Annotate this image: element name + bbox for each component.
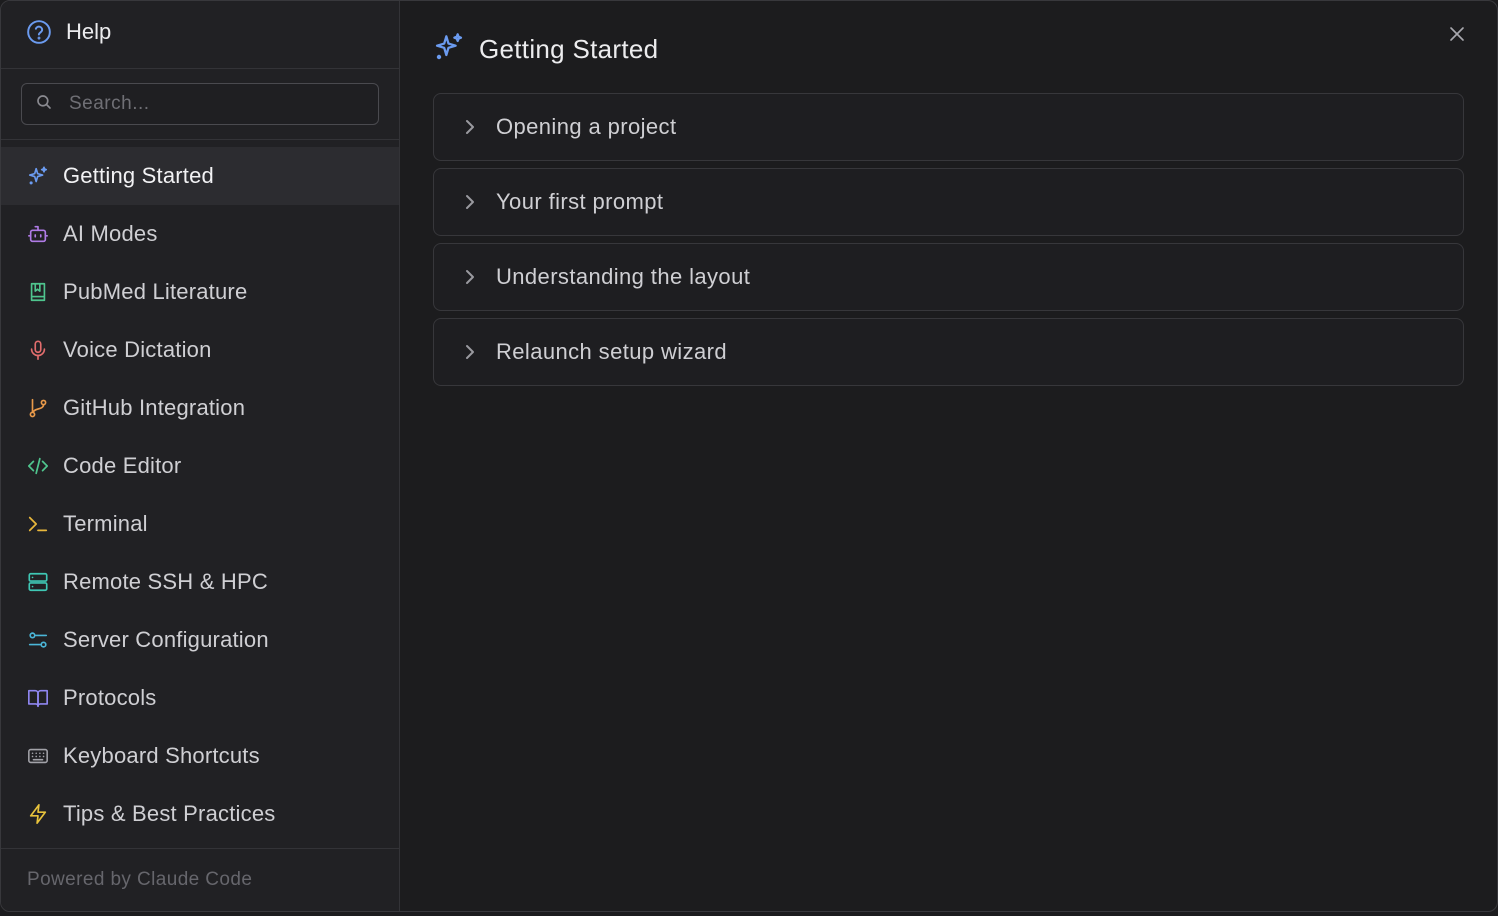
accordion-item-label: Relaunch setup wizard <box>496 339 727 364</box>
sidebar-item-label: Server Configuration <box>63 627 269 652</box>
help-content: Getting Started Opening a project Your fi… <box>400 1 1497 911</box>
server-icon <box>26 570 50 594</box>
chevron-right-icon <box>464 118 478 136</box>
sidebar-item-label: Getting Started <box>63 163 214 188</box>
sidebar-footer: Powered by Claude Code <box>1 848 399 911</box>
sidebar-item-pubmed-literature[interactable]: PubMed Literature <box>1 263 399 321</box>
accordion-item[interactable]: Opening a project <box>433 93 1464 161</box>
sparkles-icon <box>433 31 465 68</box>
accordion-item-label: Your first prompt <box>496 189 664 214</box>
sidebar-item-label: AI Modes <box>63 221 158 246</box>
sidebar-item-protocols[interactable]: Protocols <box>1 669 399 727</box>
book-open-icon <box>26 686 50 710</box>
sidebar-item-label: Remote SSH & HPC <box>63 569 268 594</box>
sidebar-item-ai-modes[interactable]: AI Modes <box>1 205 399 263</box>
help-sidebar: Help Getting Started AI Modes PubMed Liter… <box>1 1 400 911</box>
microphone-icon <box>26 338 50 362</box>
sidebar-item-label: PubMed Literature <box>63 279 248 304</box>
sidebar-item-label: Protocols <box>63 685 157 710</box>
accordion-item[interactable]: Understanding the layout <box>433 243 1464 311</box>
chevron-right-icon <box>464 268 478 286</box>
sidebar-item-terminal[interactable]: Terminal <box>1 495 399 553</box>
help-circle-icon <box>26 19 52 45</box>
sidebar-item-label: Tips & Best Practices <box>63 801 276 826</box>
chevron-right-icon <box>464 193 478 211</box>
sidebar-item-tips-and-best-practices[interactable]: Tips & Best Practices <box>1 785 399 843</box>
sidebar-item-github-integration[interactable]: GitHub Integration <box>1 379 399 437</box>
sliders-icon <box>26 628 50 652</box>
search-icon <box>35 93 53 116</box>
keyboard-icon <box>26 744 50 768</box>
search-input[interactable] <box>67 92 351 116</box>
sidebar-item-voice-dictation[interactable]: Voice Dictation <box>1 321 399 379</box>
sparkles-icon <box>26 164 50 188</box>
sidebar-item-label: GitHub Integration <box>63 395 246 420</box>
lightning-icon <box>26 802 50 826</box>
help-nav: Getting Started AI Modes PubMed Literature… <box>1 140 399 843</box>
sidebar-item-getting-started[interactable]: Getting Started <box>1 147 399 205</box>
book-bookmark-icon <box>26 280 50 304</box>
help-title: Help <box>66 18 112 44</box>
sidebar-item-code-editor[interactable]: Code Editor <box>1 437 399 495</box>
help-dialog: Help Getting Started AI Modes PubMed Liter… <box>0 0 1498 912</box>
page-title: Getting Started <box>479 34 659 64</box>
accordion-item-label: Opening a project <box>496 114 677 139</box>
help-header: Help <box>1 1 399 69</box>
content-header: Getting Started <box>433 31 658 68</box>
sidebar-item-label: Voice Dictation <box>63 337 212 362</box>
code-icon <box>26 454 50 478</box>
terminal-icon <box>26 512 50 536</box>
search-container <box>1 69 399 140</box>
accordion-item-label: Understanding the layout <box>496 264 751 289</box>
sidebar-item-label: Keyboard Shortcuts <box>63 743 260 768</box>
git-branch-icon <box>26 396 50 420</box>
close-button[interactable] <box>1445 24 1469 48</box>
accordion-list: Opening a project Your first prompt Unders… <box>433 93 1464 393</box>
sidebar-item-remote-ssh-and-hpc[interactable]: Remote SSH & HPC <box>1 553 399 611</box>
sidebar-item-server-configuration[interactable]: Server Configuration <box>1 611 399 669</box>
accordion-item[interactable]: Your first prompt <box>433 168 1464 236</box>
close-icon <box>1448 25 1466 48</box>
sidebar-item-label: Code Editor <box>63 453 182 478</box>
chevron-right-icon <box>464 343 478 361</box>
sidebar-item-keyboard-shortcuts[interactable]: Keyboard Shortcuts <box>1 727 399 785</box>
search-box[interactable] <box>21 83 379 125</box>
bot-icon <box>26 222 50 246</box>
accordion-item[interactable]: Relaunch setup wizard <box>433 318 1464 386</box>
sidebar-item-label: Terminal <box>63 511 148 536</box>
